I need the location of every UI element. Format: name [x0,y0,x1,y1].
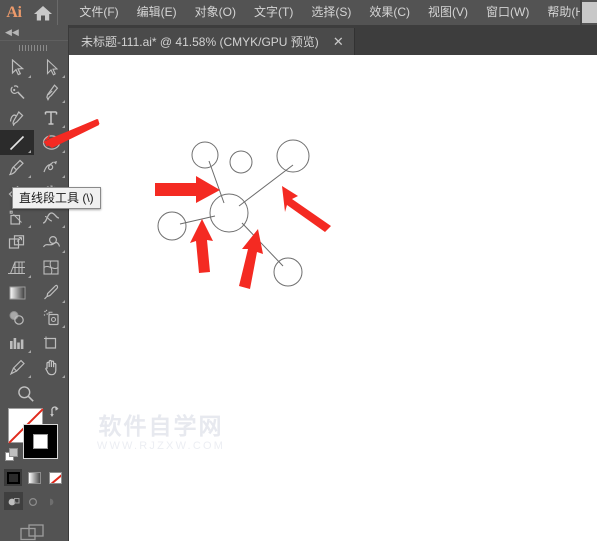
curvature-tool[interactable] [0,105,34,130]
node-hub [209,193,249,233]
line-segment-tool[interactable] [0,130,34,155]
diagram-nodes [157,139,310,287]
drawing-mode-buttons [0,492,68,512]
swap-fill-stroke-icon[interactable] [49,405,63,424]
flyout-indicator-icon [62,375,65,378]
flyout-indicator-icon [62,100,65,103]
gradient-swatch-icon [27,471,41,484]
fill-stroke-controls [0,403,68,467]
type-tool[interactable] [34,105,68,130]
document-tab-bar: 未标题-111.ai* @ 41.58% (CMYK/GPU 预览) ✕ [68,25,597,55]
symbol-sprayer-tool[interactable] [34,305,68,330]
color-swatch-icon [6,471,20,484]
draw-behind-button[interactable] [24,492,43,510]
stroke-swatch[interactable] [23,424,58,459]
node-top-right [276,139,310,173]
node-top-mid [229,150,253,174]
mesh-tool[interactable] [34,255,68,280]
stroke-swatch-inner [33,434,48,449]
menu-view[interactable]: 视图(V) [419,0,477,25]
menu-type[interactable]: 文字(T) [245,0,302,25]
flyout-indicator-icon [62,150,65,153]
menu-items: 文件(F) 编辑(E) 对象(O) 文字(T) 选择(S) 效果(C) 视图(V… [58,0,597,25]
menu-object[interactable]: 对象(O) [186,0,245,25]
default-fill-stroke-icon[interactable] [5,448,19,467]
panel-drag-handle[interactable] [0,40,68,55]
home-icon[interactable] [28,0,58,25]
none-swatch-icon [48,471,62,484]
flyout-indicator-icon [62,300,65,303]
node-link-diagram [157,139,310,287]
menu-window[interactable]: 窗口(W) [477,0,538,25]
diagram-edges [179,160,294,267]
edge-top-left [208,160,225,204]
flyout-indicator-icon [62,175,65,178]
flyout-indicator-icon [62,325,65,328]
artboard-tool[interactable] [34,330,68,355]
column-graph-tool[interactable] [0,330,34,355]
flyout-indicator-icon [28,175,31,178]
change-screen-mode-button[interactable] [0,524,68,541]
draw-inside-button[interactable] [44,492,63,510]
edge-bottom [241,222,284,267]
menu-file[interactable]: 文件(F) [70,0,127,25]
menu-bar: Ai 文件(F) 编辑(E) 对象(O) 文字(T) 选择(S) 效果(C) 视… [0,0,597,25]
shaper-tool[interactable] [34,155,68,180]
flyout-indicator-icon [62,75,65,78]
flyout-indicator-icon [28,75,31,78]
flyout-indicator-icon [28,225,31,228]
flyout-indicator-icon [28,150,31,153]
document-tab-label: 未标题-111.ai* @ 41.58% (CMYK/GPU 预览) [81,35,319,49]
node-bottom [273,257,303,287]
free-transform-tool[interactable] [0,230,34,255]
document-canvas[interactable]: 软件自学网 WWW.RJZXW.COM [69,55,597,541]
draw-normal-button[interactable] [4,492,23,510]
magic-wand-tool[interactable] [0,80,34,105]
menu-select[interactable]: 选择(S) [302,0,360,25]
illustrator-window: Ai 文件(F) 编辑(E) 对象(O) 文字(T) 选择(S) 效果(C) 视… [0,0,597,541]
document-tab[interactable]: 未标题-111.ai* @ 41.58% (CMYK/GPU 预览) ✕ [68,28,355,55]
tool-grid [0,55,68,380]
blend-tool[interactable] [0,305,34,330]
node-top-left [191,141,219,169]
none-mode-button[interactable] [46,469,64,486]
tools-panel: ◀◀ 直线段工具 (\) [0,25,101,541]
ellipse-tool[interactable] [34,130,68,155]
color-mode-button[interactable] [4,469,22,486]
menu-bar-right-region [580,0,597,25]
flyout-indicator-icon [62,225,65,228]
flyout-indicator-icon [62,250,65,253]
perspective-grid-tool[interactable] [0,255,34,280]
flyout-indicator-icon [28,275,31,278]
shape-builder-tool[interactable] [34,230,68,255]
node-left [157,211,187,241]
gradient-tool[interactable] [0,280,34,305]
eyedropper-tool[interactable] [34,280,68,305]
grip-dots-icon [19,45,49,51]
paintbrush-tool[interactable] [0,155,34,180]
menu-edit[interactable]: 编辑(E) [128,0,186,25]
tool-tooltip: 直线段工具 (\) [12,187,101,209]
app-logo: Ai [6,3,22,21]
selection-tool[interactable] [0,55,34,80]
flyout-indicator-icon [28,350,31,353]
flyout-indicator-icon [62,125,65,128]
gradient-mode-button[interactable] [25,469,43,486]
close-icon[interactable]: ✕ [333,35,344,48]
fill-mode-buttons [0,469,68,487]
pen-tool[interactable] [34,80,68,105]
direct-selection-tool[interactable] [34,55,68,80]
workspace-switcher-button[interactable] [582,2,597,23]
hand-tool[interactable] [34,355,68,380]
menu-effect[interactable]: 效果(C) [360,0,419,25]
slice-tool[interactable] [0,355,34,380]
flyout-indicator-icon [28,375,31,378]
collapse-panel-button[interactable]: ◀◀ [0,25,68,40]
color-controls [0,403,68,541]
